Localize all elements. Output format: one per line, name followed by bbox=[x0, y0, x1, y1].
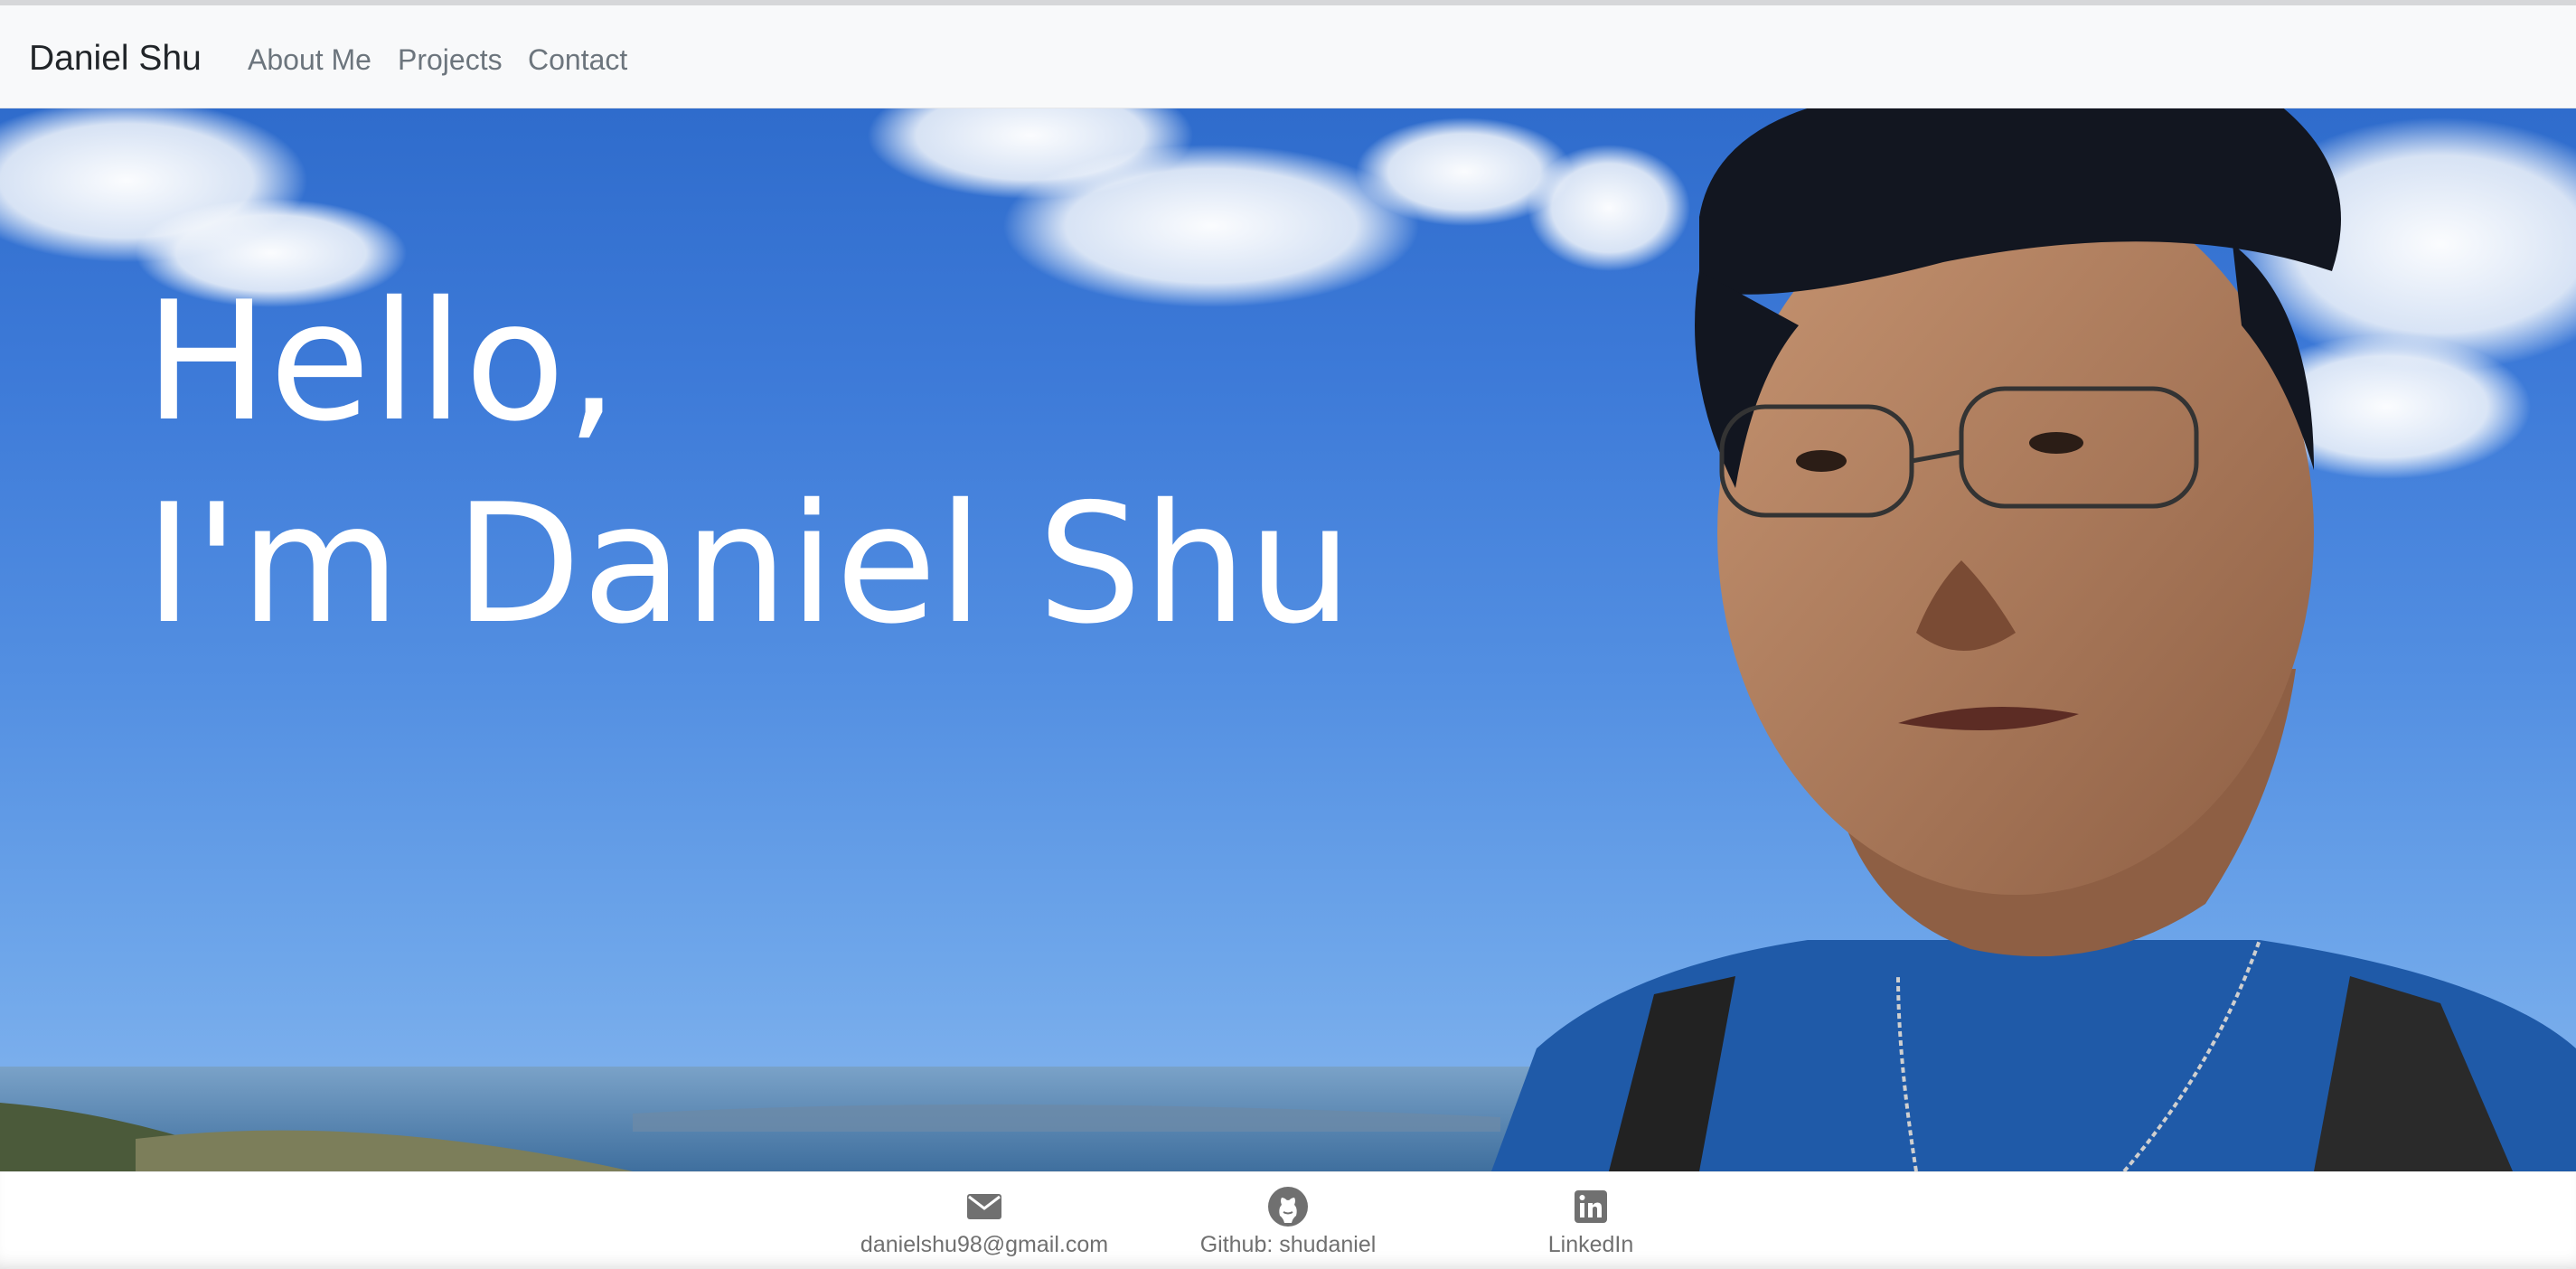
nav-link-contact[interactable]: Contact bbox=[528, 40, 627, 80]
envelope-icon bbox=[967, 1194, 1001, 1219]
hero-heading: Hello, I'm Daniel Shu bbox=[145, 260, 1353, 665]
nav-link-about-me[interactable]: About Me bbox=[248, 40, 371, 80]
brand-link[interactable]: Daniel Shu bbox=[29, 36, 202, 81]
linkedin-link[interactable]: LinkedIn bbox=[1428, 1185, 1753, 1259]
navbar: Daniel Shu About Me Projects Contact bbox=[0, 5, 2576, 108]
hero-heading-line-1: Hello, bbox=[145, 266, 620, 457]
linkedin-icon bbox=[1575, 1190, 1607, 1223]
footer-contact-bar: danielshu98@gmail.com Github: shudaniel … bbox=[0, 1171, 2576, 1269]
linkedin-label: LinkedIn bbox=[1547, 1232, 1634, 1257]
email-link[interactable]: danielshu98@gmail.com bbox=[822, 1185, 1147, 1259]
email-label: danielshu98@gmail.com bbox=[860, 1232, 1109, 1257]
github-link[interactable]: Github: shudaniel bbox=[1125, 1185, 1451, 1259]
hero-heading-line-2: I'm Daniel Shu bbox=[145, 468, 1354, 660]
github-icon bbox=[1268, 1187, 1308, 1227]
hero-banner: Hello, I'm Daniel Shu bbox=[0, 108, 2576, 1171]
nav-link-projects[interactable]: Projects bbox=[398, 40, 503, 80]
github-label: Github: shudaniel bbox=[1199, 1232, 1377, 1257]
